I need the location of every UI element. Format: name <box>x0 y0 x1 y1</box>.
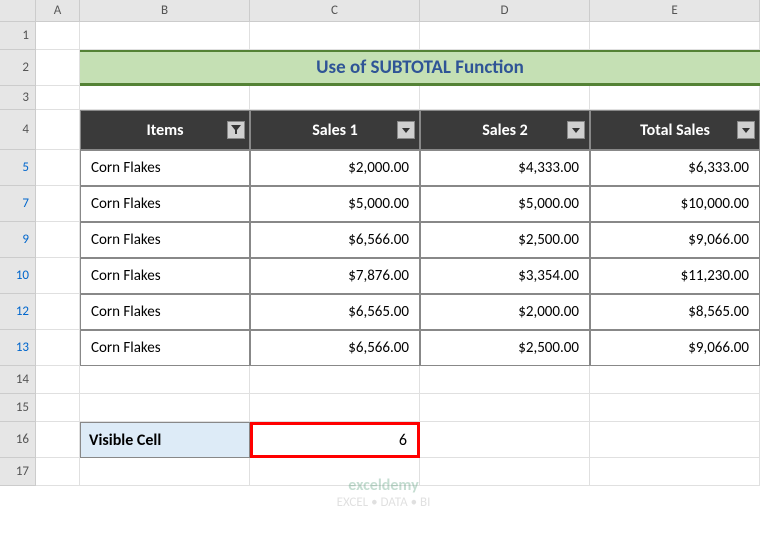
header-items[interactable]: Items <box>80 110 250 150</box>
header-sales1-label: Sales 1 <box>312 121 358 140</box>
row-15[interactable]: 15 <box>0 394 36 422</box>
col-A[interactable]: A <box>36 0 80 22</box>
table-cell[interactable]: $2,000.00 <box>250 150 420 186</box>
col-B[interactable]: B <box>80 0 250 22</box>
col-E[interactable]: E <box>590 0 760 22</box>
row-7[interactable]: 7 <box>0 186 36 222</box>
header-items-label: Items <box>146 121 183 140</box>
table-cell[interactable]: Corn Flakes <box>80 258 250 294</box>
header-sales2-label: Sales 2 <box>482 121 528 140</box>
table-cell[interactable]: Corn Flakes <box>80 330 250 366</box>
table-cell[interactable]: Corn Flakes <box>80 150 250 186</box>
visible-cell-label[interactable]: Visible Cell <box>80 422 250 458</box>
table-cell[interactable]: $6,566.00 <box>250 330 420 366</box>
row-10[interactable]: 10 <box>0 258 36 294</box>
header-total[interactable]: Total Sales <box>590 110 760 150</box>
header-sales2[interactable]: Sales 2 <box>420 110 590 150</box>
table-cell[interactable]: $4,333.00 <box>420 150 590 186</box>
row-9[interactable]: 9 <box>0 222 36 258</box>
table-cell[interactable]: $7,876.00 <box>250 258 420 294</box>
table-cell[interactable]: $6,565.00 <box>250 294 420 330</box>
row-1[interactable]: 1 <box>0 22 36 50</box>
page-title: Use of SUBTOTAL Function <box>80 50 760 86</box>
dropdown-icon[interactable] <box>397 121 415 139</box>
table-cell[interactable]: $8,565.00 <box>590 294 760 330</box>
table-cell[interactable]: $2,000.00 <box>420 294 590 330</box>
col-D[interactable]: D <box>420 0 590 22</box>
table-cell[interactable]: $9,066.00 <box>590 222 760 258</box>
table-cell[interactable]: $6,566.00 <box>250 222 420 258</box>
table-cell[interactable]: $9,066.00 <box>590 330 760 366</box>
row-5[interactable]: 5 <box>0 150 36 186</box>
table-cell[interactable]: Corn Flakes <box>80 186 250 222</box>
watermark-tagline: EXCEL • DATA • BI <box>337 495 431 510</box>
table-cell[interactable]: Corn Flakes <box>80 294 250 330</box>
dropdown-icon[interactable] <box>737 121 755 139</box>
row-16[interactable]: 16 <box>0 422 36 458</box>
table-cell[interactable]: $3,354.00 <box>420 258 590 294</box>
table-cell[interactable]: $5,000.00 <box>250 186 420 222</box>
table-cell[interactable]: $11,230.00 <box>590 258 760 294</box>
dropdown-icon[interactable] <box>567 121 585 139</box>
table-cell[interactable]: Corn Flakes <box>80 222 250 258</box>
col-C[interactable]: C <box>250 0 420 22</box>
row-4[interactable]: 4 <box>0 110 36 150</box>
spreadsheet-grid: A B C D E 1 2 Use of SUBTOTAL Function 3… <box>0 0 767 486</box>
row-3[interactable]: 3 <box>0 86 36 110</box>
row-14[interactable]: 14 <box>0 366 36 394</box>
table-cell[interactable]: $2,500.00 <box>420 330 590 366</box>
row-13[interactable]: 13 <box>0 330 36 366</box>
filter-icon[interactable] <box>227 121 245 139</box>
row-12[interactable]: 12 <box>0 294 36 330</box>
table-cell[interactable]: $5,000.00 <box>420 186 590 222</box>
visible-cell-value[interactable]: 6 <box>250 422 420 458</box>
select-all-corner[interactable] <box>0 0 36 22</box>
header-sales1[interactable]: Sales 1 <box>250 110 420 150</box>
header-total-label: Total Sales <box>640 121 710 140</box>
row-2[interactable]: 2 <box>0 50 36 86</box>
table-cell[interactable]: $6,333.00 <box>590 150 760 186</box>
table-cell[interactable]: $10,000.00 <box>590 186 760 222</box>
row-17[interactable]: 17 <box>0 458 36 486</box>
table-cell[interactable]: $2,500.00 <box>420 222 590 258</box>
